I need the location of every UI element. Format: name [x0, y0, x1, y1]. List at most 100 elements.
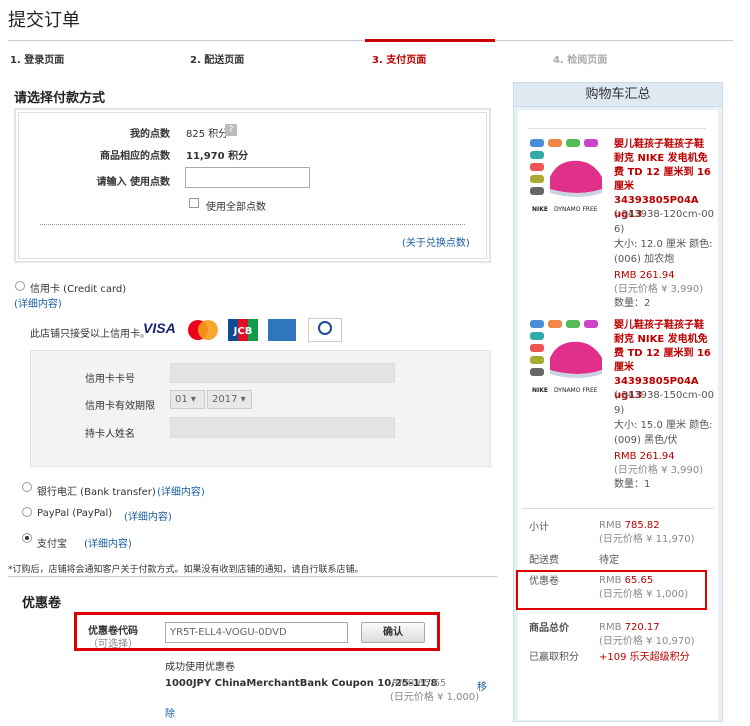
cart-item-2-name-line: 厘米 34393805P04A [614, 362, 699, 387]
earned-points-value-text: +109 乐天超级积分 [599, 652, 690, 663]
cart-item-2-details: (-343938-150cm-00 9) 大小: 15.0 厘米 颜色: (00… [614, 388, 718, 448]
my-points-label: 我的点数 [130, 129, 170, 140]
cart-summary-heading: 购物车汇总 [514, 83, 722, 107]
cart-item-2-rmb: RMB 261.94 [614, 451, 675, 462]
expiry-month-select[interactable]: 01 ▾ [170, 390, 205, 409]
diners-club-icon [308, 318, 342, 342]
bank-transfer-label: 银行电汇 (Bank transfer) [37, 487, 156, 498]
svg-text:JCB: JCB [233, 326, 253, 337]
step-login: 1. 登录页面 [10, 55, 65, 66]
expiry-year-value: 2017 [212, 394, 238, 405]
step-review: 4. 检阅页面 [553, 55, 608, 66]
cart-item-2-name-line: 费 TD 12 厘米到 16 [614, 348, 711, 359]
cart-totals-divider [522, 508, 714, 509]
cart-item-2-detail: 大小: 15.0 厘米 颜色: [614, 420, 713, 431]
paypal-label: PayPal (PayPal) [37, 508, 113, 519]
alipay-label: 支付宝 [37, 539, 67, 550]
alipay-radio[interactable] [22, 533, 32, 543]
cart-item-1-detail: (-343938-120cm-00 [614, 209, 714, 220]
card-holder-label: 持卡人姓名 [85, 429, 135, 440]
cart-item-2-qty: 数量：1 [614, 479, 651, 490]
cart-item-1-jpy: (日元价格 ¥ 3,990) [614, 284, 704, 295]
card-number-input[interactable] [170, 363, 395, 383]
shipping-label: 配送费 [529, 555, 559, 566]
use-all-points-label: 使用全部点数 [206, 202, 266, 213]
use-points-label: 请输入 使用点数 [96, 177, 170, 188]
coupon-optional-label: （可选择） [88, 639, 138, 650]
card-expiry-label: 信用卡有效期限 [85, 401, 155, 412]
cart-item-1-rmb: RMB 261.94 [614, 270, 675, 281]
cart-item-2-jpy: (日元价格 ¥ 3,990) [614, 465, 704, 476]
jcb-icon: JCB [228, 319, 258, 341]
cart-item-1-detail: 大小: 12.0 厘米 颜色: [614, 239, 713, 250]
earned-points-value: +109 乐天超级积分 [599, 650, 690, 665]
page-title: 提交订单 [8, 10, 80, 31]
amex-icon [268, 319, 296, 341]
total-jpy: (日元价格 ¥ 10,970) [599, 636, 695, 647]
applied-coupon-rmb-text: RMB 65.65 [392, 678, 447, 689]
points-exchange-link[interactable]: (关于兑换点数) [402, 234, 470, 249]
step-delivery: 2. 配送页面 [190, 55, 245, 66]
remove-coupon-link-2[interactable]: 除 [165, 705, 175, 720]
bank-transfer-radio[interactable] [22, 482, 32, 492]
cart-top-divider [528, 128, 706, 129]
use-all-points-checkbox[interactable] [189, 198, 199, 208]
cart-item-1-name-line: 费 TD 12 厘米到 16 [614, 167, 711, 178]
product-image-1[interactable]: NIKE DYNAMO FREE [528, 137, 606, 217]
cart-item-1-name-line: 耐克 NIKE 发电机免 [614, 153, 708, 164]
step-payment: 3. 支付页面 [372, 55, 427, 66]
applied-coupon-rmb: RMB 65.65 [392, 678, 446, 689]
help-icon[interactable]: ? [225, 124, 237, 136]
product-points-value: 11,970 积分 [186, 151, 249, 162]
subtotal-label: 小计 [529, 522, 549, 533]
visa-icon: VISA [143, 320, 176, 336]
cart-item-1-detail: (006) 加农炮 [614, 254, 675, 265]
coupon-divider [8, 576, 497, 577]
paypal-radio[interactable] [22, 507, 32, 517]
active-step-indicator [365, 39, 495, 42]
coupon-heading: 优惠卷 [22, 596, 62, 611]
card-number-label: 信用卡卡号 [85, 374, 135, 385]
applied-coupon-jpy: (日元价格 ¥ 1,000) [390, 692, 480, 703]
cart-item-1-detail: 6) [614, 224, 625, 235]
paypal-detail-link[interactable]: (详细内容) [124, 508, 172, 523]
cart-item-1-details: (-343938-120cm-00 6) 大小: 12.0 厘米 颜色: (00… [614, 207, 718, 267]
svg-text:DYNAMO FREE: DYNAMO FREE [554, 387, 598, 394]
coupon-success-label: 成功使用优惠卷 [165, 662, 235, 673]
credit-card-radio[interactable] [15, 281, 25, 291]
payment-heading: 请选择付款方式 [14, 91, 106, 106]
expiry-year-select[interactable]: 2017 ▾ [207, 390, 252, 409]
cards-accepted-note: 此店铺只接受以上信用卡。 [30, 329, 150, 340]
payment-note: *订购后，店铺将会通知客户关于付款方式。如果没有收到店铺的通知，请自行联系店铺。 [8, 565, 364, 575]
product-image-2[interactable]: NIKE DYNAMO FREE [528, 318, 606, 398]
cart-item-2-detail: (009) 黑色/伏 [614, 435, 678, 446]
mastercard-icon [185, 319, 221, 341]
coupon-summary-rmb: RMB 65.65 [599, 575, 654, 586]
cart-item-2-name-line: 耐克 NIKE 发电机免 [614, 334, 708, 345]
coupon-confirm-button[interactable]: 确认 [361, 622, 425, 643]
svg-text:NIKE: NIKE [532, 387, 548, 394]
alipay-detail-link[interactable]: (详细内容) [84, 535, 132, 550]
total-rmb: RMB 720.17 [599, 622, 660, 633]
remove-coupon-link-1[interactable]: 移 [477, 678, 487, 693]
cart-item-1-name-line: 厘米 34393805P04A [614, 181, 699, 206]
cart-item-1-name-line: 婴儿鞋孩子鞋孩子鞋 [614, 139, 704, 150]
bank-transfer-detail-link[interactable]: (详细内容) [157, 483, 205, 498]
points-divider [40, 224, 465, 225]
credit-card-label: 信用卡 (Credit card) [30, 284, 127, 295]
earned-points-label: 已赢取积分 [529, 652, 579, 663]
total-rmb-value: 720.17 [624, 622, 660, 633]
shipping-value: 待定 [599, 555, 619, 566]
coupon-code-input[interactable]: YR5T-ELL4-VOGU-0DVD [165, 622, 348, 643]
subtotal-jpy: (日元价格 ¥ 11,970) [599, 534, 695, 545]
product-points-label: 商品相应的点数 [100, 151, 170, 162]
coupon-summary-jpy: (日元价格 ¥ 1,000) [599, 589, 689, 600]
svg-text:NIKE: NIKE [532, 206, 548, 213]
expiry-month-value: 01 [175, 394, 188, 405]
card-holder-input[interactable] [170, 417, 395, 438]
subtotal-rmb-value: 785.82 [624, 520, 660, 531]
use-points-input[interactable] [185, 167, 310, 188]
credit-card-detail-link[interactable]: (详细内容) [14, 295, 62, 310]
my-points-value: 825 积分 [186, 129, 229, 140]
coupon-summary-rmb-value: 65.65 [624, 575, 654, 586]
